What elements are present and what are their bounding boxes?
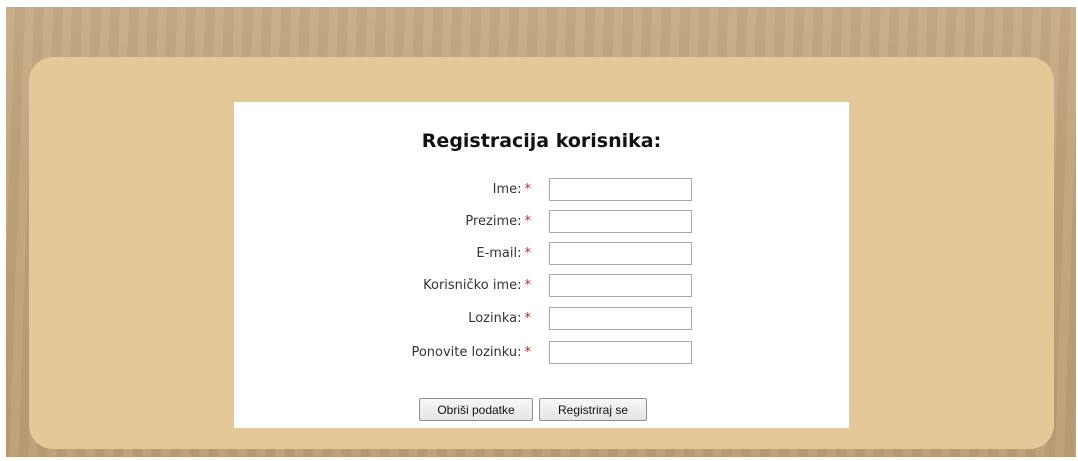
first-name-input[interactable]	[549, 178, 692, 201]
first-name-label: Ime: *	[492, 182, 532, 197]
password-input[interactable]	[549, 307, 692, 330]
last-name-input[interactable]	[549, 210, 692, 233]
password-label: Lozinka: *	[468, 311, 531, 326]
username-label: Korisničko ime: *	[423, 278, 531, 293]
required-marker: *	[524, 246, 532, 261]
required-marker: *	[524, 345, 532, 360]
username-input[interactable]	[549, 274, 692, 297]
required-marker: *	[524, 278, 532, 293]
form-row-repeat-password: Ponovite lozinku: *	[234, 341, 849, 366]
clear-data-button[interactable]: Obriši podatke	[419, 398, 533, 421]
last-name-label: Prezime: *	[465, 214, 531, 229]
required-marker: *	[524, 311, 532, 326]
form-row-email: E-mail: *	[234, 242, 849, 267]
repeat-password-label: Ponovite lozinku: *	[411, 345, 531, 360]
form-row-password: Lozinka: *	[234, 307, 849, 332]
email-label: E-mail: *	[476, 246, 531, 261]
form-row-first-name: Ime: *	[234, 178, 849, 203]
email-input[interactable]	[549, 242, 692, 265]
required-marker: *	[524, 182, 532, 197]
form-row-username: Korisničko ime: *	[234, 274, 849, 299]
form-row-last-name: Prezime: *	[234, 210, 849, 235]
required-marker: *	[524, 214, 532, 229]
repeat-password-input[interactable]	[549, 341, 692, 364]
registration-form: Registracija korisnika: Ime: * Prezime: * …	[234, 102, 849, 428]
register-button[interactable]: Registriraj se	[539, 398, 647, 421]
form-title: Registracija korisnika:	[421, 130, 662, 152]
